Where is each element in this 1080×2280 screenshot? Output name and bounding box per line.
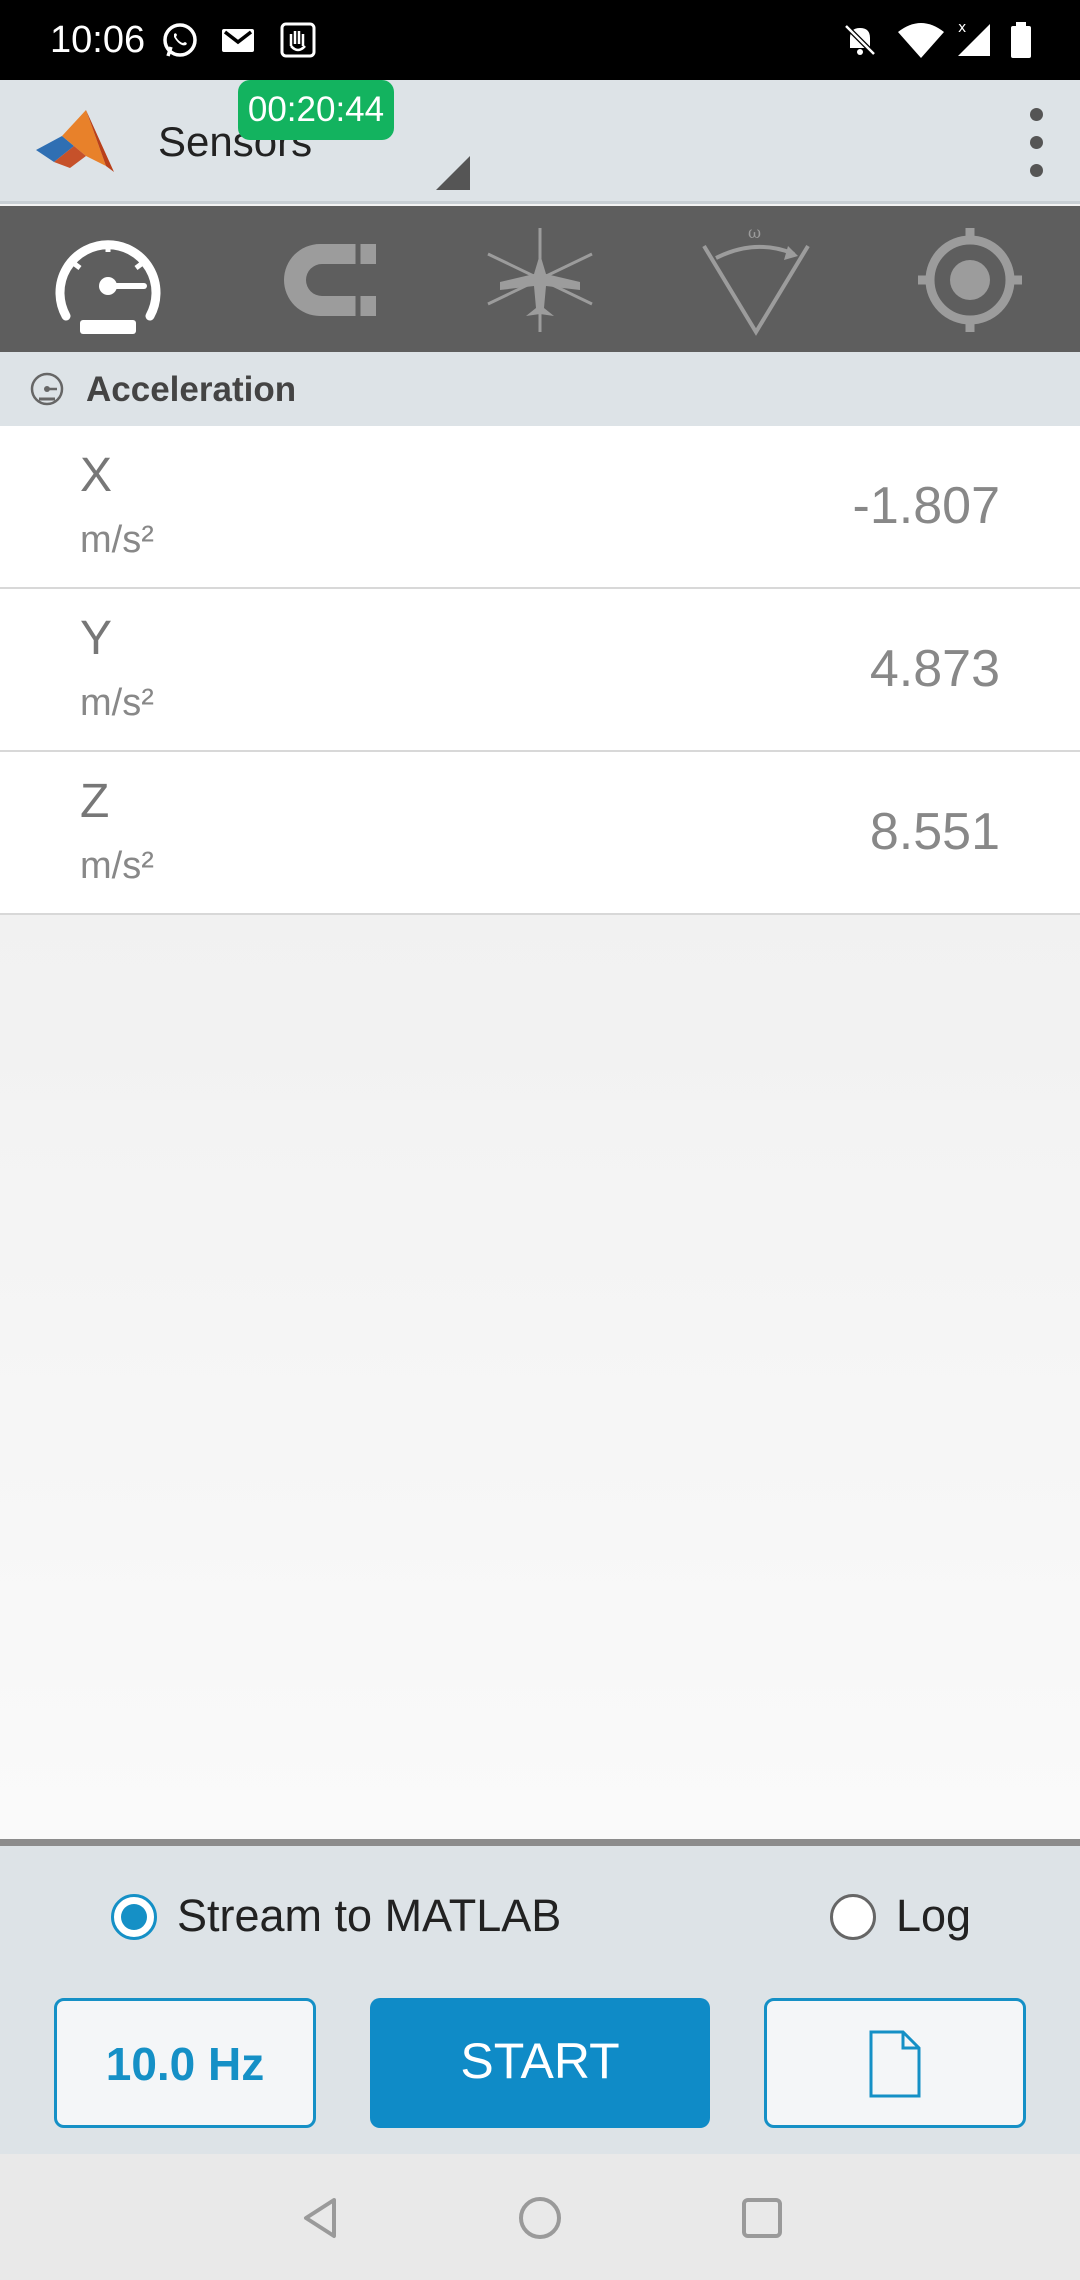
- tab-angular-velocity[interactable]: ω: [696, 223, 816, 336]
- gmail-icon: [218, 20, 258, 60]
- tab-magnetic-field[interactable]: [264, 224, 384, 336]
- whatsapp-icon: [160, 20, 200, 60]
- system-nav-bar: [0, 2154, 1080, 2280]
- reading-value: 8.551: [869, 803, 1000, 861]
- sensor-tab-bar: ω: [0, 206, 1080, 352]
- airplane-axes-icon: [487, 228, 593, 332]
- unit-label: m/s²: [80, 682, 154, 724]
- overflow-dot: [1030, 108, 1043, 121]
- tab-position[interactable]: [910, 224, 1030, 336]
- sample-rate-button[interactable]: 10.0 Hz: [54, 1998, 316, 2128]
- reading-value: -1.807: [852, 477, 1000, 535]
- start-button[interactable]: START: [370, 1998, 710, 2128]
- svg-text:x: x: [958, 20, 966, 36]
- overflow-menu-button[interactable]: [1016, 108, 1056, 178]
- log-radio-label[interactable]: Log: [896, 1890, 971, 1942]
- recents-icon[interactable]: [738, 2194, 786, 2242]
- angular-velocity-icon: ω: [702, 223, 810, 336]
- reading-value: 4.873: [869, 640, 1000, 698]
- home-icon[interactable]: [516, 2194, 564, 2242]
- status-time: 10:06: [50, 19, 146, 61]
- app-bar: Sensors 00:20:44: [0, 80, 1080, 204]
- magnet-icon: [284, 244, 376, 316]
- section-header: Acceleration: [0, 352, 1080, 426]
- timer-badge: 00:20:44: [238, 80, 394, 140]
- unit-label: m/s²: [80, 519, 154, 561]
- matlab-logo-icon: [34, 106, 114, 178]
- reading-row-z: Z m/s² 8.551: [0, 752, 1080, 915]
- speedometer-icon: [28, 370, 66, 408]
- reading-row-x: X m/s² -1.807: [0, 426, 1080, 589]
- file-button[interactable]: [764, 1998, 1026, 2128]
- axis-label: Z: [80, 775, 110, 828]
- hand-icon: [278, 20, 318, 60]
- back-icon[interactable]: [296, 2194, 344, 2242]
- log-radio[interactable]: [830, 1894, 876, 1940]
- svg-text:ω: ω: [748, 224, 761, 242]
- unit-label: m/s²: [80, 845, 154, 887]
- tab-orientation[interactable]: [480, 224, 600, 336]
- bottom-control-panel: Stream to MATLAB Log 10.0 Hz START: [0, 1839, 1080, 2154]
- document-icon: [869, 2030, 921, 2098]
- signal-icon: x: [954, 20, 998, 60]
- speedometer-icon: [55, 240, 161, 334]
- axis-label: X: [80, 449, 113, 502]
- gps-target-icon: [918, 228, 1022, 332]
- overflow-dot: [1030, 136, 1043, 149]
- readings-list: X m/s² -1.807 Y m/s² 4.873 Z m/s² 8.551: [0, 426, 1080, 915]
- overflow-dot: [1030, 164, 1043, 177]
- empty-content-area: [0, 915, 1080, 1839]
- axis-label: Y: [80, 612, 113, 665]
- tab-acceleration[interactable]: [48, 224, 168, 336]
- battery-icon: [1006, 20, 1036, 60]
- stream-radio-label[interactable]: Stream to MATLAB: [177, 1890, 561, 1942]
- notifications-off-icon: [840, 20, 880, 60]
- stream-radio[interactable]: [111, 1894, 157, 1940]
- status-bar: 10:06 x: [0, 0, 1080, 80]
- reading-row-y: Y m/s² 4.873: [0, 589, 1080, 752]
- section-title: Acceleration: [86, 370, 297, 409]
- spinner-dropdown-icon[interactable]: [436, 156, 470, 190]
- wifi-icon: [896, 20, 946, 60]
